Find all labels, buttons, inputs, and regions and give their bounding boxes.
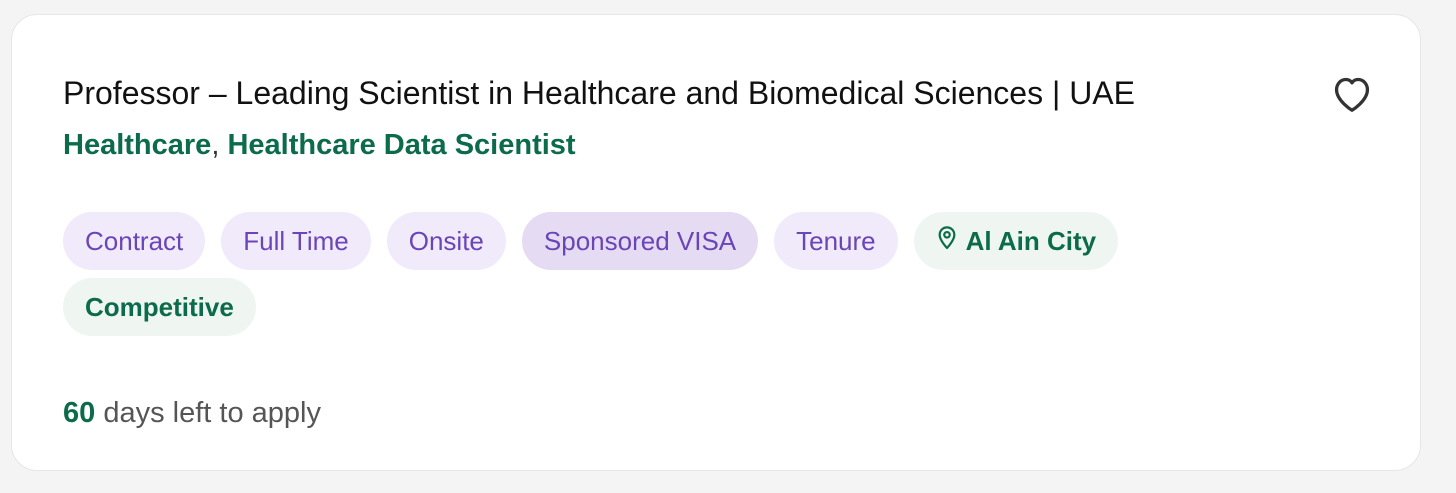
favorite-button[interactable]: [1330, 73, 1374, 113]
tag-contract[interactable]: Contract: [63, 212, 206, 270]
category-link-healthcare[interactable]: Healthcare: [63, 129, 211, 161]
tag-onsite[interactable]: Onsite: [386, 212, 506, 270]
job-categories: Healthcare, Healthcare Data Scientist: [63, 125, 576, 165]
apply-deadline: 60 days left to apply: [63, 393, 321, 433]
job-title[interactable]: Professor – Leading Scientist in Healthc…: [63, 73, 1135, 113]
tag-full-time[interactable]: Full Time: [221, 212, 371, 270]
job-card[interactable]: Professor – Leading Scientist in Healthc…: [11, 14, 1421, 471]
tag-location-label: Al Ain City: [965, 226, 1097, 256]
map-pin-icon: [936, 212, 958, 270]
tag-salary[interactable]: Competitive: [63, 278, 256, 336]
tag-sponsored-visa[interactable]: Sponsored VISA: [521, 212, 759, 270]
category-link-healthcare-data-scientist[interactable]: Healthcare Data Scientist: [227, 129, 575, 161]
tag-location[interactable]: Al Ain City: [913, 212, 1119, 270]
days-left-label: days left to apply: [103, 397, 321, 429]
days-left-count: 60: [63, 397, 96, 429]
category-separator: ,: [211, 129, 220, 161]
job-tags: Contract Full Time Onsite Sponsored VISA…: [63, 212, 1283, 336]
tag-tenure[interactable]: Tenure: [774, 212, 898, 270]
heart-outline-icon: [1334, 77, 1370, 112]
